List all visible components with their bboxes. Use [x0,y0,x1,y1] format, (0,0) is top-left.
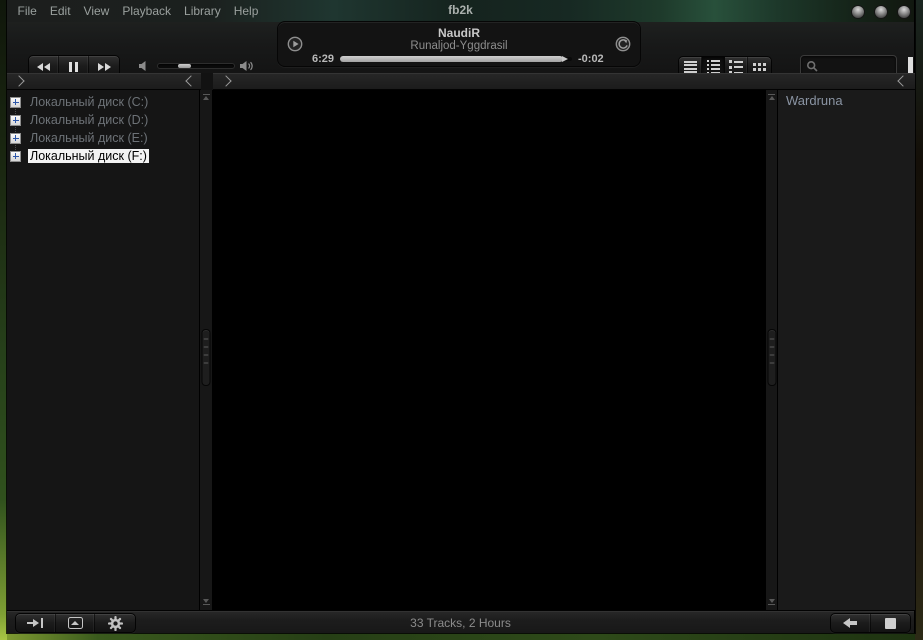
tree-item-label[interactable]: Локальный диск (E:) [28,131,150,145]
pause-icon [69,62,78,72]
track-title: NaudiR [318,26,600,40]
splitter-grip[interactable] [202,329,211,386]
seek-bar[interactable] [340,56,572,62]
back-arrow-icon [843,618,857,628]
desktop: File Edit View Playback Library Help fb2… [0,0,923,640]
tree-row[interactable]: Локальный диск (D:) [7,111,199,129]
tree-item-label[interactable]: Локальный диск (C:) [28,95,150,109]
now-playing-panel: NaudiR Runaljod-Yggdrasil 6:29 -0 [277,21,641,67]
maximize-button[interactable] [875,6,887,18]
left-panel-header [7,73,201,90]
expand-plus-icon[interactable] [10,97,21,108]
wallpaper-right-strip [915,0,923,640]
menubar: File Edit View Playback Library Help [11,0,265,22]
next-icon [97,63,111,71]
expand-plus-icon[interactable] [10,151,21,162]
menu-view[interactable]: View [77,4,116,18]
minimize-button[interactable] [852,6,864,18]
chevron-right-icon[interactable] [220,75,231,86]
tree-row[interactable]: Локальный диск (C:) [7,93,199,111]
menu-playback[interactable]: Playback [116,4,178,18]
toolbar: NaudiR Runaljod-Yggdrasil 6:29 -0 [7,22,914,73]
tree-row[interactable]: Локальный диск (E:) [7,129,199,147]
undo-circle-icon[interactable] [615,36,631,57]
fb2k-window: File Edit View Playback Library Help fb2… [7,0,915,633]
status-right-buttons [830,613,911,633]
compact-list-view-icon [729,60,743,74]
playlist-view[interactable] [213,90,765,610]
scroll-down-icon[interactable] [200,599,212,605]
status-bar: 33 Tracks, 2 Hours [7,610,914,633]
stop-button[interactable] [871,614,911,632]
titlebar: File Edit View Playback Library Help fb2… [7,0,914,22]
artist-list-item[interactable]: Wardruna [778,90,915,111]
list-view-icon [684,61,697,74]
back-button[interactable] [831,614,871,632]
menu-help[interactable]: Help [227,4,265,18]
wallpaper-bottom-strip [7,632,915,640]
menu-edit[interactable]: Edit [43,4,77,18]
splitter-grip[interactable] [767,329,776,386]
close-button[interactable] [898,6,910,18]
expand-plus-icon[interactable] [10,115,21,126]
artist-panel: Wardruna [778,90,915,610]
elapsed-time: 6:29 [300,53,334,65]
window-controls [852,6,910,18]
grid-view-icon [753,63,766,71]
status-summary: 33 Tracks, 2 Hours [7,616,914,630]
main-panel-header [213,73,915,90]
search-input[interactable] [823,60,893,74]
stop-icon [885,618,896,629]
tree-row[interactable]: Локальный диск (F:) [7,147,199,165]
chevron-right-icon[interactable] [13,75,24,86]
chevron-left-icon[interactable] [897,75,908,86]
chevron-left-icon[interactable] [185,75,196,86]
volume-thumb[interactable] [178,64,191,68]
scroll-up-icon[interactable] [766,94,777,100]
search-icon [806,60,819,73]
previous-icon [37,63,51,71]
tree-item-label[interactable]: Локальный диск (F:) [28,149,149,163]
seek-fill [340,56,563,62]
tree-item-label[interactable]: Локальный диск (D:) [28,113,150,127]
seek-thumb[interactable] [562,56,568,62]
volume-slider[interactable] [157,63,235,69]
remaining-time: -0:02 [578,53,604,65]
track-subtitle: Runaljod-Yggdrasil [318,40,600,52]
left-scrollbar[interactable] [199,90,213,610]
expand-plus-icon[interactable] [10,133,21,144]
folder-tree-panel: Локальный диск (C:) Локальный диск (D:) … [7,90,199,610]
right-scrollbar[interactable] [765,90,778,610]
scroll-up-icon[interactable] [200,94,212,100]
wallpaper-left-strip [0,0,7,640]
menu-file[interactable]: File [11,4,43,18]
menu-library[interactable]: Library [178,4,228,18]
scroll-down-icon[interactable] [766,599,777,605]
